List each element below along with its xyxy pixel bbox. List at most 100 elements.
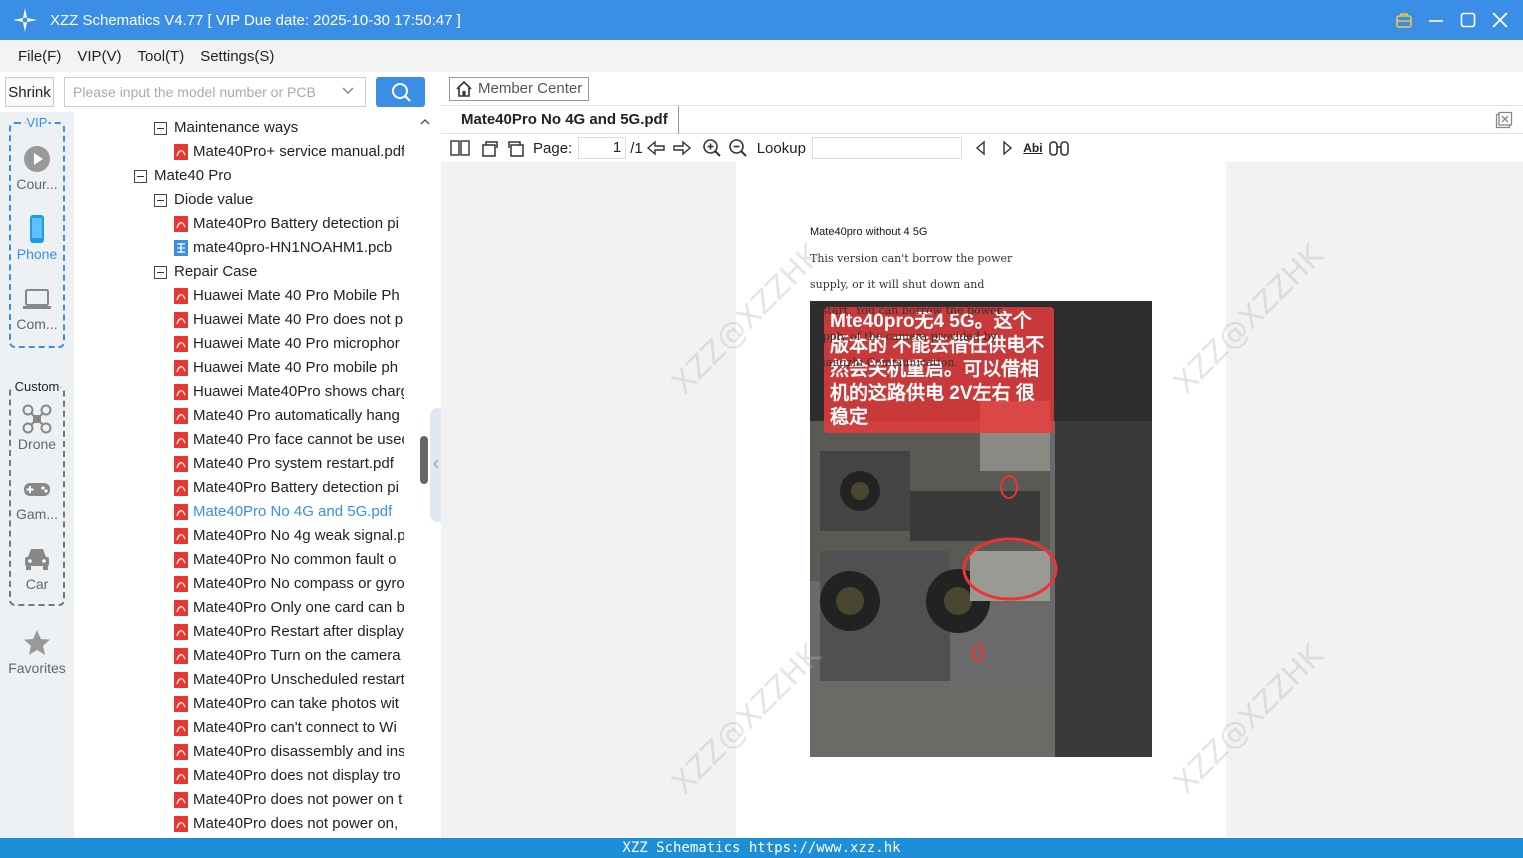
- minimize-button[interactable]: [1427, 11, 1445, 29]
- page-total: /1: [630, 139, 643, 157]
- tree-file[interactable]: Mate40Pro No 4g weak signal.p: [174, 524, 404, 548]
- tree-node-label: Mate40 Pro face cannot be used: [193, 431, 404, 448]
- tree-file[interactable]: Mate40Pro No common fault o: [174, 548, 404, 572]
- category-computer[interactable]: Com...: [0, 284, 74, 332]
- tree-file[interactable]: Mate40Pro Turn on the camera: [174, 644, 404, 668]
- tree-file[interactable]: Mate40Pro disassembly and ins: [174, 740, 404, 764]
- menu-settings[interactable]: Settings(S): [200, 48, 274, 65]
- category-game-label: Gam...: [15, 506, 58, 522]
- rotate-right-icon[interactable]: [477, 136, 503, 160]
- close-button[interactable]: [1491, 11, 1509, 29]
- tree-file[interactable]: Mate40Pro Unscheduled restart: [174, 668, 404, 692]
- pdf-line: This version can't borrow the power: [810, 252, 1013, 265]
- search-placeholder: Please input the model number or PCB: [73, 84, 316, 100]
- pdf-file-icon: [174, 408, 188, 424]
- tree-file[interactable]: Mate40Pro+ service manual.pdf: [174, 140, 404, 164]
- pdf-file-icon: [174, 624, 188, 640]
- zoom-in-icon[interactable]: [699, 136, 725, 160]
- tab-document[interactable]: Mate40Pro No 4G and 5G.pdf: [451, 106, 679, 134]
- search-input[interactable]: Please input the model number or PCB: [64, 77, 366, 107]
- binoculars-icon[interactable]: [1046, 136, 1072, 160]
- collapse-icon[interactable]: [154, 121, 167, 135]
- shrink-button[interactable]: Shrink: [5, 77, 54, 107]
- collapse-icon[interactable]: [154, 193, 167, 207]
- tree-node-label: Mate40 Pro system restart.pdf: [193, 455, 394, 472]
- tree-folder[interactable]: Maintenance ways: [154, 116, 404, 140]
- lookup-input[interactable]: [811, 137, 962, 159]
- chevron-down-icon[interactable]: [341, 84, 355, 98]
- pdf-file-icon: [174, 288, 188, 304]
- tree-file[interactable]: Huawei Mate 40 Pro microphor: [174, 332, 404, 356]
- tree-file[interactable]: Mate40Pro can take photos wit: [174, 692, 404, 716]
- close-tab-icon[interactable]: [1495, 111, 1513, 129]
- tree-file[interactable]: Huawei Mate 40 Pro Mobile Ph: [174, 284, 404, 308]
- tree-node-label: Mate40Pro Only one card can b: [193, 599, 404, 616]
- category-favorites[interactable]: Favorites: [0, 628, 74, 676]
- tree-file[interactable]: Huawei Mate40Pro shows charg: [174, 380, 404, 404]
- vip-bag-icon[interactable]: [1395, 11, 1413, 29]
- menu-vip[interactable]: VIP(V): [77, 48, 121, 65]
- tree-node-label: Mate40Pro can take photos wit: [193, 695, 399, 712]
- tree-file[interactable]: Mate40 Pro face cannot be used: [174, 428, 404, 452]
- pdf-file-icon: [174, 360, 188, 376]
- category-drone[interactable]: Drone: [0, 404, 74, 452]
- arrow-right-icon[interactable]: [669, 136, 695, 160]
- tree-folder[interactable]: Diode value: [154, 188, 404, 212]
- tree-file[interactable]: Mate40 Pro automatically hang: [174, 404, 404, 428]
- pdf-file-icon: [174, 144, 188, 160]
- maximize-button[interactable]: [1459, 11, 1477, 29]
- find-next-icon[interactable]: [994, 136, 1020, 160]
- pdf-viewer[interactable]: Mate40pro without 4 5G This version can'…: [441, 162, 1523, 838]
- tree-folder[interactable]: Repair Case: [154, 260, 404, 284]
- tree-file[interactable]: mate40pro-HN1NOAHM1.pcb: [174, 236, 404, 260]
- menu-tool[interactable]: Tool(T): [138, 48, 185, 65]
- collapse-icon[interactable]: [154, 265, 167, 279]
- tree-node-label: Mate40Pro No compass or gyro: [193, 575, 404, 592]
- category-phone-label: Phone: [16, 246, 58, 262]
- category-game[interactable]: Gam...: [0, 474, 74, 522]
- find-previous-icon[interactable]: [968, 136, 994, 160]
- tree-file[interactable]: Huawei Mate 40 Pro mobile ph: [174, 356, 404, 380]
- tree-file[interactable]: Mate40Pro Only one card can b: [174, 596, 404, 620]
- two-page-view-icon[interactable]: [447, 136, 473, 160]
- tree-file[interactable]: Mate40Pro does not display tro: [174, 764, 404, 788]
- menu-file[interactable]: File(F): [18, 48, 61, 65]
- tree-node-label: Huawei Mate 40 Pro does not p: [193, 311, 404, 328]
- search-button[interactable]: [376, 77, 425, 107]
- category-computer-label: Com...: [16, 316, 58, 332]
- tree-file[interactable]: Mate40Pro No 4G and 5G.pdf: [174, 500, 404, 524]
- tree-file[interactable]: Mate40Pro does not power on t: [174, 788, 404, 812]
- tree-node-label: Mate40Pro Battery detection pi: [193, 215, 399, 232]
- category-car[interactable]: Car: [0, 544, 74, 592]
- tree-file[interactable]: Mate40Pro does not power on,: [174, 812, 404, 836]
- tree-file[interactable]: Mate40Pro No compass or gyro: [174, 572, 404, 596]
- pcb-photo: Mte40pro无4 5G。这个版本的 不能去借任供电不然会关机重启。可以借相机…: [810, 301, 1152, 757]
- member-center-button[interactable]: Member Center: [449, 77, 590, 101]
- tree-node-label: Mate40Pro Unscheduled restart: [193, 671, 404, 688]
- tree-node-label: Huawei Mate40Pro shows charg: [193, 383, 404, 400]
- tree-file[interactable]: Huawei Mate 40 Pro does not p: [174, 308, 404, 332]
- pdf-file-icon: [174, 768, 188, 784]
- tree-file[interactable]: Mate40Pro can't connect to Wi: [174, 716, 404, 740]
- zoom-out-icon[interactable]: [725, 136, 751, 160]
- pdf-file-icon: [174, 456, 188, 472]
- pdf-line: supply of the camera provided by: [810, 330, 997, 343]
- rotate-left-icon[interactable]: [503, 136, 529, 160]
- pdf-file-icon: [174, 528, 188, 544]
- scrollbar-thumb[interactable]: [420, 436, 428, 484]
- arrow-left-icon[interactable]: [643, 136, 669, 160]
- tree-file[interactable]: Mate40Pro Battery detection pi: [174, 212, 404, 236]
- category-courses[interactable]: Cour...: [0, 144, 74, 192]
- category-phone[interactable]: Phone: [0, 214, 74, 262]
- photo-annotation: Mte40pro无4 5G。这个版本的 不能去借任供电不然会关机重启。可以借相机…: [824, 307, 1054, 433]
- scroll-up-icon[interactable]: [419, 116, 431, 128]
- tree-file[interactable]: Mate40Pro Battery detection pi: [174, 476, 404, 500]
- collapse-icon[interactable]: [134, 169, 147, 183]
- match-case-button[interactable]: Abi: [1020, 136, 1046, 160]
- tree-file[interactable]: Mate40 Pro system restart.pdf: [174, 452, 404, 476]
- pdf-file-icon: [174, 432, 188, 448]
- page-number-input[interactable]: 1: [578, 137, 627, 159]
- tree-file[interactable]: Mate40Pro Restart after display: [174, 620, 404, 644]
- pdf-file-icon: [174, 504, 188, 520]
- tree-folder[interactable]: Mate40 Pro: [134, 164, 404, 188]
